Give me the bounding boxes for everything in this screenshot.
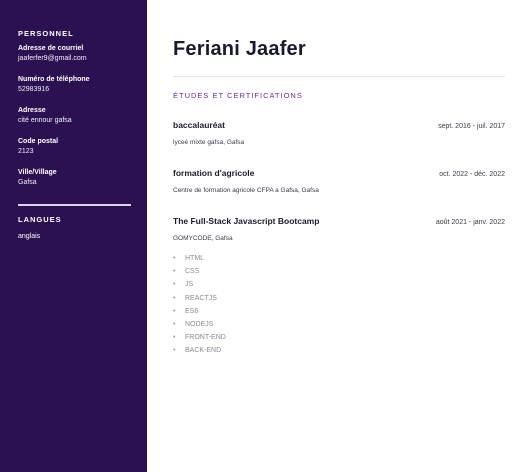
email-value[interactable]: jaaferfer9@gmail.com — [18, 54, 133, 64]
entry-date: sept. 2016 - juil. 2017 — [438, 123, 505, 130]
education-entry: The Full-Stack Javascript Bootcamp août … — [173, 216, 505, 358]
skill-item: CSS — [173, 265, 505, 278]
entry-title: The Full-Stack Javascript Bootcamp — [173, 216, 320, 226]
city-label: Ville/Village — [18, 169, 57, 176]
skill-item: ES6 — [173, 305, 505, 318]
entry-date: août 2021 - janv. 2022 — [435, 219, 505, 226]
skill-item: JS — [173, 278, 505, 291]
education-entry: baccalauréat sept. 2016 - juil. 2017 lyc… — [173, 120, 505, 146]
skill-item: HTML — [173, 252, 505, 265]
postal-code-label: Code postal — [18, 138, 59, 145]
entry-title: baccalauréat — [173, 120, 225, 130]
email-field: Adresse de courriel jaaferfer9@gmail.com — [18, 44, 133, 64]
language-item: anglais — [18, 232, 41, 240]
personnel-heading: PERSONNEL — [18, 29, 74, 38]
section-title: ÉTUDES ET CERTIFICATIONS — [173, 91, 303, 100]
skills-list: HTML CSS JS REACTJS ES6 NODEJS FRONT-END… — [173, 252, 505, 358]
skill-item: REACTJS — [173, 292, 505, 305]
skill-item: FRONT-END — [173, 331, 505, 344]
main-content: Feriani Jaafer ÉTUDES ET CERTIFICATIONS … — [147, 0, 524, 472]
sidebar: PERSONNEL Adresse de courriel jaaferfer9… — [0, 0, 147, 472]
sidebar-divider — [18, 204, 131, 206]
phone-value: 52983916 — [18, 86, 50, 93]
phone-field: Numéro de téléphone 52983916 — [18, 75, 133, 95]
entry-date: oct. 2022 - déc. 2022 — [439, 171, 505, 178]
name-divider — [173, 76, 505, 77]
postal-code-field: Code postal 2123 — [18, 137, 133, 157]
address-value: cité ennour gafsa — [18, 117, 72, 124]
email-label: Adresse de courriel — [18, 45, 84, 52]
entry-subtitle: Centre de formation agricole CFPA a Gafs… — [173, 187, 319, 194]
skill-item: BACK-END — [173, 344, 505, 357]
address-label: Adresse — [18, 107, 46, 114]
postal-code-value: 2123 — [18, 148, 34, 155]
person-name: Feriani Jaafer — [173, 38, 306, 60]
phone-label: Numéro de téléphone — [18, 76, 90, 83]
education-entry: formation d'agricole oct. 2022 - déc. 20… — [173, 168, 505, 194]
entry-subtitle: lyceé mixte gafsa, Gafsa — [173, 139, 245, 146]
city-field: Ville/Village Gafsa — [18, 168, 133, 188]
city-value: Gafsa — [18, 179, 37, 186]
languages-heading: LANGUES — [18, 214, 62, 224]
address-field: Adresse cité ennour gafsa — [18, 106, 133, 126]
entry-title: formation d'agricole — [173, 168, 255, 178]
entry-subtitle: GOMYCODE, Gafsa — [173, 235, 233, 242]
skill-item: NODEJS — [173, 318, 505, 331]
